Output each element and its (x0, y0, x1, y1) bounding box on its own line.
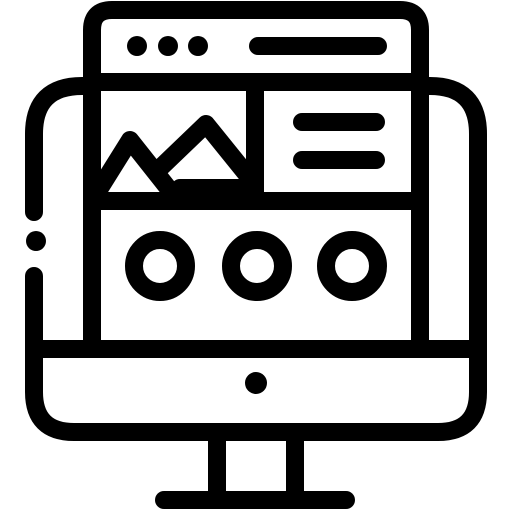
desktop-web-layout-icon (0, 0, 512, 512)
window-control-dot-1 (127, 36, 147, 56)
circle-button-1 (125, 231, 195, 301)
power-button-icon (245, 372, 267, 394)
circle-button-2 (222, 231, 292, 301)
monitor-side-dot (26, 231, 46, 251)
monitor-frame-left (25, 77, 93, 221)
circle-button-3 (317, 231, 387, 301)
image-mountains-icon (91, 115, 257, 197)
window-control-dot-2 (158, 36, 178, 56)
desktop-web-layout-svg (25, 1, 487, 509)
window-control-dot-3 (188, 36, 208, 56)
